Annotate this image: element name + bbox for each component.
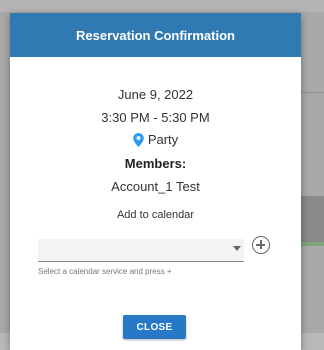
dialog-header: Reservation Confirmation — [10, 13, 301, 57]
add-to-calendar-label: Add to calendar — [116, 209, 195, 221]
close-button[interactable]: CLOSE — [123, 315, 186, 339]
background-topbar — [0, 0, 324, 12]
dialog-title: Reservation Confirmation — [76, 27, 235, 43]
reservation-date: June 9, 2022 — [117, 87, 194, 102]
reservation-dialog: Reservation Confirmation June 9, 2022 3:… — [10, 13, 301, 350]
add-calendar-button[interactable] — [252, 236, 270, 254]
calendar-helper-text: Select a calendar service and press + — [38, 267, 172, 276]
reservation-time: 3:30 PM - 5:30 PM — [101, 110, 210, 125]
chevron-down-icon[interactable] — [233, 246, 241, 251]
members-label: Members: — [124, 156, 187, 171]
reservation-event: Party — [10, 132, 301, 147]
close-button-label: CLOSE — [136, 321, 173, 333]
member-name: Account_1 Test — [111, 179, 200, 194]
calendar-service-select[interactable] — [38, 239, 244, 262]
location-pin-icon — [133, 132, 144, 147]
event-name: Party — [147, 132, 179, 147]
